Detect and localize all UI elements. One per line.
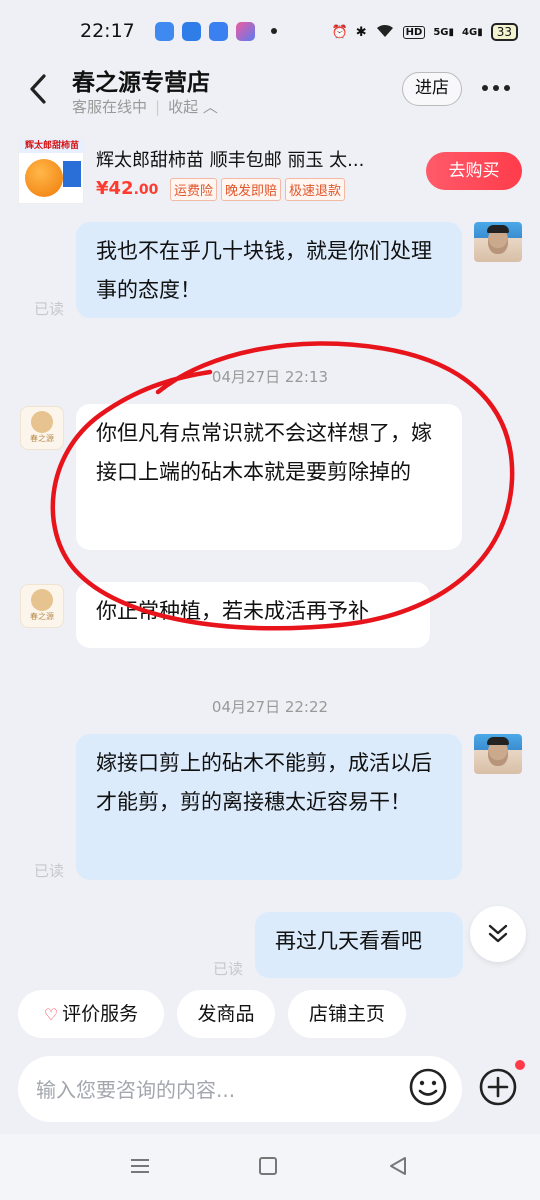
read-receipt: 已读 bbox=[34, 862, 65, 880]
tag-late-compensation: 晚发即赔 bbox=[221, 178, 282, 201]
product-thumbnail[interactable]: 辉太郎甜柿苗 bbox=[18, 138, 84, 204]
more-options-button[interactable] bbox=[482, 85, 510, 91]
message-text: 你但凡有点常识就不会这样想了，嫁接口上端的砧木本就是要剪除掉的 bbox=[96, 421, 432, 484]
send-product-button[interactable]: 发商品 bbox=[177, 990, 275, 1038]
message-bubble-sent[interactable]: 我也不在乎几十块钱，就是你们处理事的态度！ bbox=[76, 222, 462, 318]
app-notification-icon bbox=[154, 21, 174, 41]
read-receipt: 已读 bbox=[34, 300, 65, 318]
input-placeholder: 输入您要咨询的内容... bbox=[36, 1078, 236, 1102]
shop-name[interactable]: 春之源专营店 bbox=[72, 63, 210, 97]
rate-service-button[interactable]: ♡ 评价服务 bbox=[18, 990, 164, 1038]
emoji-button[interactable] bbox=[408, 1067, 448, 1107]
system-nav-bar bbox=[0, 1134, 540, 1200]
chat-header: 春之源专营店 客服在线中 | 收起 ︿ 进店 bbox=[0, 60, 540, 122]
network-5g-signal-icon: 5G▮ bbox=[433, 26, 455, 38]
shop-avatar[interactable]: 春之源 bbox=[20, 584, 64, 628]
product-title[interactable]: 辉太郎甜柿苗 顺丰包邮 丽玉 太... bbox=[96, 146, 364, 172]
hd-icon: HD bbox=[402, 25, 426, 39]
user-avatar[interactable] bbox=[474, 734, 522, 774]
more-actions-button[interactable] bbox=[478, 1067, 518, 1107]
app-notification-icon bbox=[181, 21, 201, 41]
message-bubble-sent[interactable]: 嫁接口剪上的砧木不能剪，成活以后才能剪，剪的离接穗太近容易干！ bbox=[76, 734, 462, 880]
plus-circle-icon bbox=[479, 1068, 517, 1106]
thumbnail-badge bbox=[63, 161, 81, 187]
bluetooth-icon: ✱ bbox=[355, 24, 367, 40]
tag-fast-refund: 极速退款 bbox=[285, 178, 346, 201]
clock: 22:17 bbox=[80, 20, 135, 42]
collapse-button[interactable]: 收起 ︿ bbox=[168, 98, 218, 116]
recent-apps-button[interactable] bbox=[130, 1158, 150, 1174]
home-button[interactable] bbox=[259, 1157, 277, 1175]
tag-freight-insurance: 运费险 bbox=[170, 178, 218, 201]
message-bubble-received[interactable]: 你正常种植，若未成活再予补 bbox=[76, 582, 430, 648]
online-status-text: 客服在线中 bbox=[72, 98, 148, 116]
search-app-icon bbox=[208, 21, 228, 41]
double-chevron-down-icon bbox=[488, 924, 508, 943]
scroll-to-bottom-button[interactable] bbox=[470, 906, 526, 962]
notification-dot bbox=[515, 1060, 525, 1070]
persimmon-image bbox=[25, 159, 63, 197]
product-price: ¥42.00 bbox=[96, 178, 159, 199]
message-bubble-received[interactable]: 你但凡有点常识就不会这样想了，嫁接口上端的砧木本就是要剪除掉的 bbox=[76, 404, 462, 550]
enter-shop-button[interactable]: 进店 bbox=[402, 72, 462, 106]
back-triangle-icon bbox=[390, 1157, 406, 1175]
more-notifications-icon bbox=[270, 28, 277, 34]
message-text: 嫁接口剪上的砧木不能剪，成活以后才能剪，剪的离接穗太近容易干！ bbox=[96, 751, 432, 814]
message-timestamp: 04月27日 22:22 bbox=[211, 698, 329, 716]
product-tags: 运费险 晚发即赔 极速退款 bbox=[170, 178, 346, 201]
message-input[interactable]: 输入您要咨询的内容... bbox=[18, 1056, 462, 1122]
battery-icon: 33 bbox=[490, 23, 518, 41]
product-card[interactable]: 辉太郎甜柿苗 辉太郎甜柿苗 顺丰包邮 丽玉 太... ¥42.00 运费险 晚发… bbox=[0, 130, 540, 210]
app-notification-icon bbox=[235, 21, 255, 41]
wifi-icon bbox=[375, 22, 395, 42]
smiley-icon bbox=[409, 1068, 447, 1106]
message-bubble-sent[interactable]: 再过几天看看吧 bbox=[255, 912, 463, 978]
message-text: 我也不在乎几十块钱，就是你们处理事的态度！ bbox=[96, 239, 432, 302]
network-4g-signal-icon: 4G▮ bbox=[462, 26, 483, 38]
read-receipt: 已读 bbox=[213, 960, 244, 978]
status-icons: ⏰ ✱ HD 5G▮ 4G▮ 33 bbox=[332, 22, 518, 42]
message-timestamp: 04月27日 22:13 bbox=[211, 368, 329, 386]
service-status: 客服在线中 | 收起 ︿ bbox=[72, 98, 218, 116]
chevron-up-icon: ︿ bbox=[202, 98, 218, 116]
message-text: 你正常种植，若未成活再予补 bbox=[96, 599, 369, 623]
user-avatar[interactable] bbox=[474, 222, 522, 262]
alarm-icon: ⏰ bbox=[331, 24, 348, 40]
buy-button[interactable]: 去购买 bbox=[426, 152, 522, 190]
shop-homepage-button[interactable]: 店铺主页 bbox=[288, 990, 406, 1038]
message-text: 再过几天看看吧 bbox=[275, 929, 422, 953]
system-back-button[interactable] bbox=[388, 1156, 408, 1176]
back-button[interactable] bbox=[26, 70, 54, 108]
rate-service-icon: ♡ bbox=[43, 1005, 59, 1024]
menu-icon bbox=[131, 1159, 149, 1173]
shop-avatar[interactable]: 春之源 bbox=[20, 406, 64, 450]
